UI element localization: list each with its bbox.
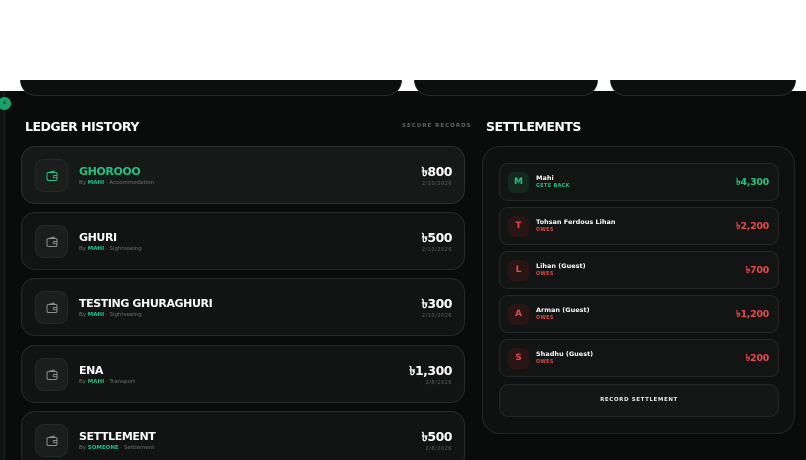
settlements-panel: M Mahi GETS BACK ৳4,300 T Tohsan Ferdous Liha… — [482, 146, 795, 434]
summary-card-2[interactable] — [414, 80, 598, 96]
by-prefix: By — [79, 445, 87, 451]
settlement-status: OWES — [536, 360, 554, 365]
ledger-entry[interactable]: TESTING GHURAGHURI By MAHI · Sightseeing ৳… — [21, 278, 465, 336]
secure-records-label: SECURE RECORDS — [402, 123, 472, 129]
meta-separator: · — [105, 180, 108, 186]
settlement-status: OWES — [536, 228, 554, 233]
member-avatar: A — [508, 304, 529, 325]
settlement-amount: ৳2,200 — [736, 221, 769, 232]
ledger-entry[interactable]: SETTLEMENT By SOMEONE · Settlement ৳500 2/8… — [21, 411, 465, 460]
meta-separator: · — [105, 312, 108, 318]
meta-separator: · — [105, 379, 108, 385]
by-prefix: By — [79, 379, 87, 385]
settlement-status: OWES — [536, 272, 554, 277]
by-prefix: By — [79, 246, 87, 252]
member-name: Shadhu (Guest) — [536, 350, 594, 358]
wallet-icon-box — [35, 225, 68, 258]
settlement-status: OWES — [536, 316, 554, 321]
entry-date: 2/10/2026 — [421, 181, 452, 187]
ledger-title: LEDGER HISTORY — [25, 119, 139, 134]
record-settlement-button[interactable]: RECORD SETTLEMENT — [499, 384, 779, 417]
member-name: Arman (Guest) — [536, 306, 590, 314]
settlement-amount: ৳1,200 — [736, 309, 769, 320]
entry-meta: By SOMEONE · Settlement — [79, 445, 154, 451]
entry-category: Transport — [109, 379, 136, 385]
member-name: Lihan (Guest) — [536, 262, 586, 270]
member-name: Tohsan Ferdous Lihan — [536, 218, 616, 226]
wallet-icon-box — [35, 358, 68, 391]
settlement-row[interactable]: M Mahi GETS BACK ৳4,300 — [499, 163, 779, 201]
entry-name: ENA — [79, 364, 104, 377]
entry-name: SETTLEMENT — [79, 430, 156, 443]
member-name: Mahi — [536, 174, 554, 182]
by-prefix: By — [79, 312, 87, 318]
settlement-row[interactable]: A Arman (Guest) OWES ৳1,200 — [499, 295, 779, 333]
wallet-icon-box — [35, 424, 68, 457]
member-avatar: T — [508, 216, 529, 237]
member-avatar: L — [508, 260, 529, 281]
ledger-entry[interactable]: ENA By MAHI · Transport ৳1,300 2/8/2026 — [21, 345, 465, 403]
settlement-amount: ৳200 — [745, 353, 770, 364]
member-avatar: M — [508, 172, 529, 193]
entry-date: 2/8/2026 — [425, 446, 452, 452]
entry-author: MAHI — [87, 379, 105, 385]
meta-separator: · — [120, 445, 123, 451]
ledger-entry[interactable]: GHOROOO By MAHI · Accommodation ৳800 2/10/2… — [21, 146, 465, 204]
entry-category: Settlement — [123, 445, 155, 451]
entry-date: 2/10/2026 — [421, 313, 452, 319]
settlement-status: GETS BACK — [536, 184, 570, 189]
settlements-title: SETTLEMENTS — [486, 119, 581, 134]
member-avatar: S — [508, 348, 529, 369]
entry-meta: By MAHI · Sightseeing — [79, 246, 142, 252]
top-blank-area — [0, 0, 806, 91]
wallet-icon-box — [35, 291, 68, 324]
settlement-row[interactable]: S Shadhu (Guest) OWES ৳200 — [499, 339, 779, 377]
settlement-row[interactable]: L Lihan (Guest) OWES ৳700 — [499, 251, 779, 289]
sidebar-toggle-button[interactable]: ‹ — [0, 97, 11, 110]
entry-meta: By MAHI · Transport — [79, 379, 135, 385]
settlement-amount: ৳700 — [745, 265, 770, 276]
entry-meta: By MAHI · Sightseeing — [79, 312, 142, 318]
entry-author: SOMEONE — [87, 445, 119, 451]
entry-category: Sightseeing — [109, 246, 142, 252]
entry-category: Sightseeing — [109, 312, 142, 318]
summary-card-3[interactable] — [610, 80, 796, 96]
chevron-left-icon: ‹ — [2, 98, 7, 108]
entry-name: GHOROOO — [79, 165, 141, 178]
entry-date: 2/8/2026 — [425, 380, 452, 386]
entry-date: 2/10/2026 — [421, 247, 452, 253]
meta-separator: · — [105, 246, 108, 252]
wallet-icon-box — [35, 159, 68, 192]
settlement-row[interactable]: T Tohsan Ferdous Lihan OWES ৳2,200 — [499, 207, 779, 245]
summary-card-1[interactable] — [20, 80, 402, 96]
ledger-entry[interactable]: GHURI By MAHI · Sightseeing ৳500 2/10/2026 — [21, 212, 465, 270]
entry-meta: By MAHI · Accommodation — [79, 180, 154, 186]
entry-name: GHURI — [79, 231, 117, 244]
by-prefix: By — [79, 180, 87, 186]
sidebar-edge — [0, 91, 5, 460]
entry-author: MAHI — [87, 246, 105, 252]
entry-author: MAHI — [87, 180, 105, 186]
entry-name: TESTING GHURAGHURI — [79, 297, 213, 310]
entry-category: Accommodation — [109, 180, 154, 186]
settlement-amount: ৳4,300 — [736, 177, 769, 188]
entry-author: MAHI — [87, 312, 105, 318]
